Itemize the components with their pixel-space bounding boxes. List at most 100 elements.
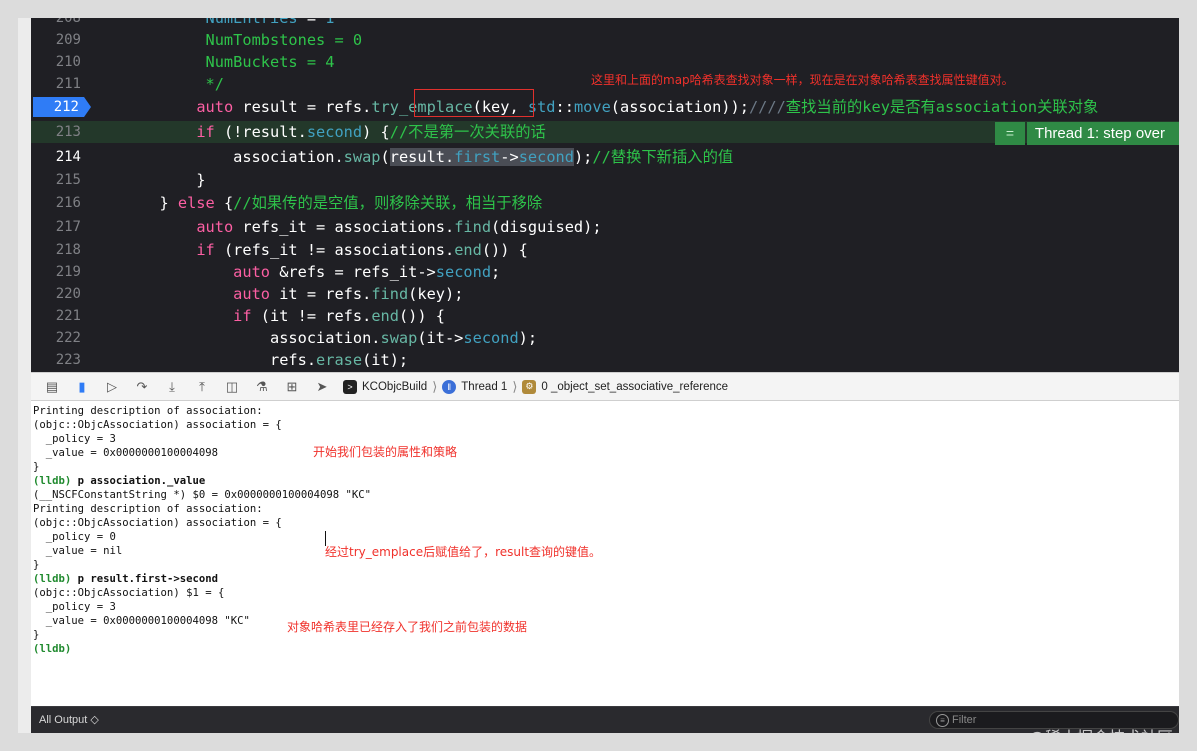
continue-icon[interactable]: ▷ bbox=[97, 373, 127, 400]
console-output-line: _value = 0x0000000100004098 "KC" bbox=[33, 615, 250, 627]
breadcrumb-target-label: KCObjcBuild bbox=[362, 380, 428, 393]
code-text[interactable]: NumEntries = 1 bbox=[95, 18, 335, 29]
hide-debug-area-icon[interactable]: ▤ bbox=[37, 373, 67, 400]
console-output-line: _policy = 0 bbox=[33, 531, 116, 543]
line-number[interactable]: 215 bbox=[31, 169, 81, 191]
chevron-right-icon: ⟩ bbox=[512, 378, 518, 394]
breadcrumb-thread[interactable]: ‖ Thread 1 bbox=[442, 379, 508, 394]
line-number[interactable]: 211 bbox=[31, 73, 81, 95]
thread-badge-label: Thread 1: step over bbox=[1026, 122, 1179, 145]
code-line-209[interactable]: 209 NumTombstones = 0 bbox=[31, 29, 1179, 51]
debug-bar: ▤ ▮ ▷ ↷ ⤓ ⤒ ◫ ⚗ ⊞ ➤ > KCObjcBuild ⟩ ‖ Th… bbox=[31, 372, 1179, 401]
console-output-line: } bbox=[33, 559, 40, 571]
text-caret bbox=[325, 531, 326, 546]
code-line-215[interactable]: 215 } bbox=[31, 169, 1179, 191]
console-output-line: (objc::ObjcAssociation) association = { bbox=[33, 419, 282, 431]
line-number[interactable]: 216 bbox=[31, 192, 81, 214]
xcode-window: 223 refs.erase(it); 222 association.swap(… bbox=[18, 18, 1179, 733]
console-prompt-line: (lldb) p association._value bbox=[33, 475, 206, 487]
line-number[interactable]: 223 bbox=[31, 349, 81, 371]
code-text[interactable]: if (it != refs.end()) { bbox=[95, 305, 445, 327]
code-text[interactable]: association.swap(result.first->second);/… bbox=[95, 146, 733, 168]
breadcrumb-target[interactable]: > KCObjcBuild bbox=[343, 379, 428, 394]
breadcrumb-thread-label: Thread 1 bbox=[461, 380, 508, 393]
line-number[interactable]: 217 bbox=[31, 216, 81, 238]
line-number[interactable]: 220 bbox=[31, 283, 81, 305]
line-number[interactable]: 213 bbox=[31, 121, 81, 143]
code-line-208[interactable]: 208 NumEntries = 1 bbox=[31, 18, 1179, 29]
line-number[interactable]: 210 bbox=[31, 51, 81, 73]
watermark: @稀土掘金技术社区 bbox=[1029, 724, 1173, 733]
code-editor[interactable]: 223 refs.erase(it); 222 association.swap(… bbox=[31, 18, 1179, 372]
console-command: p result.first->second bbox=[77, 573, 218, 585]
breadcrumb-frame-label: 0 _object_set_associative_reference bbox=[541, 380, 729, 393]
step-into-icon[interactable]: ⤓ bbox=[157, 373, 187, 400]
breakpoint-marker[interactable]: 212 bbox=[33, 97, 91, 117]
code-line-219[interactable]: 219 auto &refs = refs_it->second; bbox=[31, 261, 1179, 283]
line-number[interactable]: 218 bbox=[31, 239, 81, 261]
console-output-line: } bbox=[33, 629, 40, 641]
chevron-right-icon: ⟩ bbox=[432, 378, 438, 394]
code-line-218[interactable]: 218 if (refs_it != associations.end()) { bbox=[31, 239, 1179, 261]
stack-frame-icon: ⚙ bbox=[522, 379, 537, 394]
code-text[interactable]: } else {//如果传的是空值，则移除关联，相当于移除 bbox=[95, 192, 542, 214]
annotation-console-2: 经过try_emplace后赋值给了，result查询的键值。 bbox=[325, 545, 602, 559]
thread-icon: ‖ bbox=[442, 379, 457, 394]
code-line-221[interactable]: 221 if (it != refs.end()) { bbox=[31, 305, 1179, 327]
code-text[interactable]: NumTombstones = 0 bbox=[95, 29, 363, 51]
breadcrumb-frame[interactable]: ⚙ 0 _object_set_associative_reference bbox=[522, 379, 729, 394]
code-text[interactable]: if (refs_it != associations.end()) { bbox=[95, 239, 528, 261]
annotation-top: 这里和上面的map哈希表查找对象一样，现在是在对象哈希表查找属性键值对。 bbox=[591, 73, 1014, 87]
console-output-line: _policy = 3 bbox=[33, 433, 116, 445]
annotation-console-3: 对象哈希表里已经存入了我们之前包装的数据 bbox=[287, 620, 528, 634]
code-line-212[interactable]: 212 auto result = refs.try_emplace(key, … bbox=[31, 96, 1179, 118]
thread-status-badge[interactable]: = Thread 1: step over bbox=[994, 122, 1179, 145]
code-line-222[interactable]: 222 association.swap(it->second); bbox=[31, 327, 1179, 349]
code-line-223[interactable]: 223 refs.erase(it); bbox=[31, 349, 1179, 371]
line-number[interactable]: 221 bbox=[31, 305, 81, 327]
code-text[interactable]: refs.erase(it); bbox=[95, 349, 408, 371]
step-over-icon[interactable]: ↷ bbox=[127, 373, 157, 400]
debug-console[interactable]: 开始我们包装的属性和策略 经过try_emplace后赋值给了，result查询… bbox=[31, 401, 1179, 706]
code-text[interactable]: NumBuckets = 4 bbox=[95, 51, 335, 73]
line-number[interactable]: 209 bbox=[31, 29, 81, 51]
output-filter-select[interactable]: All Output ◇ bbox=[39, 713, 99, 726]
breakpoints-toggle-icon[interactable]: ▮ bbox=[67, 373, 97, 400]
annotation-console-1: 开始我们包装的属性和策略 bbox=[313, 445, 458, 459]
simulate-location-icon[interactable]: ➤ bbox=[307, 373, 337, 400]
code-line-220[interactable]: 220 auto it = refs.find(key); bbox=[31, 283, 1179, 305]
console-prompt-line: (lldb) p result.first->second bbox=[33, 573, 218, 585]
console-output-line: (objc::ObjcAssociation) association = { bbox=[33, 517, 282, 529]
console-command: p association._value bbox=[77, 475, 206, 487]
code-text[interactable]: association.swap(it->second); bbox=[95, 327, 537, 349]
code-line-214[interactable]: 214 association.swap(result.first->secon… bbox=[31, 146, 1179, 168]
line-number[interactable]: 219 bbox=[31, 261, 81, 283]
filter-placeholder: Filter bbox=[952, 714, 977, 726]
line-number[interactable]: 222 bbox=[31, 327, 81, 349]
environment-overrides-icon[interactable]: ⊞ bbox=[277, 373, 307, 400]
code-text[interactable]: auto result = refs.try_emplace(key, std:… bbox=[95, 96, 1098, 118]
filter-icon: ≡ bbox=[936, 714, 949, 727]
code-line-216[interactable]: 216 } else {//如果传的是空值，则移除关联，相当于移除 bbox=[31, 192, 1179, 214]
window-left-edge bbox=[18, 18, 31, 733]
code-text[interactable]: if (!result.second) {//不是第一次关联的话 bbox=[95, 121, 546, 143]
code-text[interactable]: auto it = refs.find(key); bbox=[95, 283, 463, 305]
terminal-icon: > bbox=[343, 379, 357, 394]
code-text[interactable]: auto &refs = refs_it->second; bbox=[95, 261, 500, 283]
code-text[interactable]: auto refs_it = associations.find(disguis… bbox=[95, 216, 601, 238]
console-prompt-line: (lldb) bbox=[33, 643, 72, 655]
code-text[interactable]: } bbox=[95, 169, 205, 191]
code-text[interactable]: */ bbox=[95, 73, 224, 95]
thread-badge-icon: = bbox=[994, 122, 1025, 145]
view-hierarchy-icon[interactable]: ◫ bbox=[217, 373, 247, 400]
console-output-line: } bbox=[33, 461, 40, 473]
code-line-210[interactable]: 210 NumBuckets = 4 bbox=[31, 51, 1179, 73]
code-line-217[interactable]: 217 auto refs_it = associations.find(dis… bbox=[31, 216, 1179, 238]
line-number[interactable]: 208 bbox=[31, 18, 81, 29]
console-output-line: (objc::ObjcAssociation) $1 = { bbox=[33, 587, 225, 599]
memory-graph-icon[interactable]: ⚗ bbox=[247, 373, 277, 400]
step-out-icon[interactable]: ⤒ bbox=[187, 373, 217, 400]
highlight-box-try-emplace bbox=[414, 89, 534, 117]
line-number[interactable]: 214 bbox=[31, 146, 81, 168]
console-output-line: _policy = 3 bbox=[33, 601, 116, 613]
